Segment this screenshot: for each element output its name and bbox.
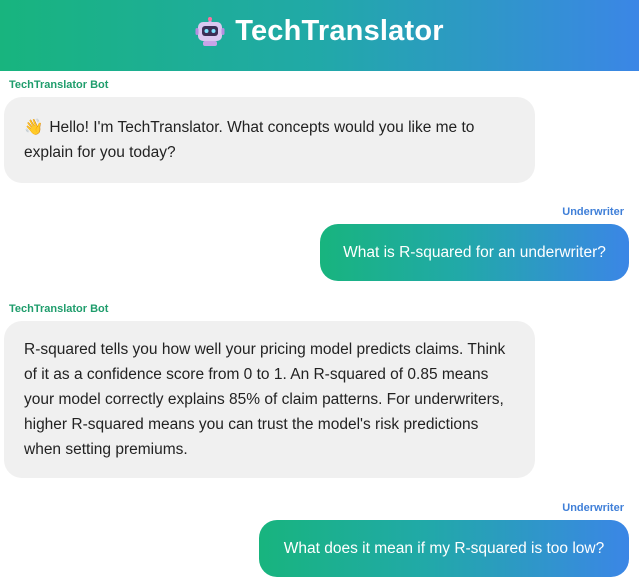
sender-label: TechTranslator Bot bbox=[9, 79, 109, 91]
sender-label: Underwriter bbox=[562, 206, 624, 218]
bot-message-bubble: R-squared tells you how well your pricin… bbox=[4, 321, 535, 478]
user-message-bubble: What is R-squared for an underwriter? bbox=[320, 224, 629, 281]
chat-app: TechTranslator TechTranslator Bot 👋 Hello… bbox=[0, 0, 639, 584]
bot-message-bubble: 👋 Hello! I'm TechTranslator. What concept… bbox=[4, 97, 535, 183]
message-text: Hello! I'm TechTranslator. What concepts… bbox=[24, 119, 475, 161]
user-message-bubble: What does it mean if my R-squared is too… bbox=[259, 520, 629, 577]
app-title: TechTranslator bbox=[235, 15, 444, 47]
message-text: What does it mean if my R-squared is too… bbox=[283, 540, 605, 557]
message-text: What is R-squared for an underwriter? bbox=[343, 244, 606, 261]
waving-hand-icon: 👋 bbox=[24, 119, 44, 136]
robot-icon bbox=[195, 16, 225, 46]
sender-label: Underwriter bbox=[562, 502, 624, 514]
message-text: R-squared tells you how well your pricin… bbox=[24, 341, 506, 458]
header-brand: TechTranslator bbox=[195, 15, 444, 48]
app-header: TechTranslator bbox=[0, 0, 639, 71]
sender-label: TechTranslator Bot bbox=[9, 303, 109, 315]
